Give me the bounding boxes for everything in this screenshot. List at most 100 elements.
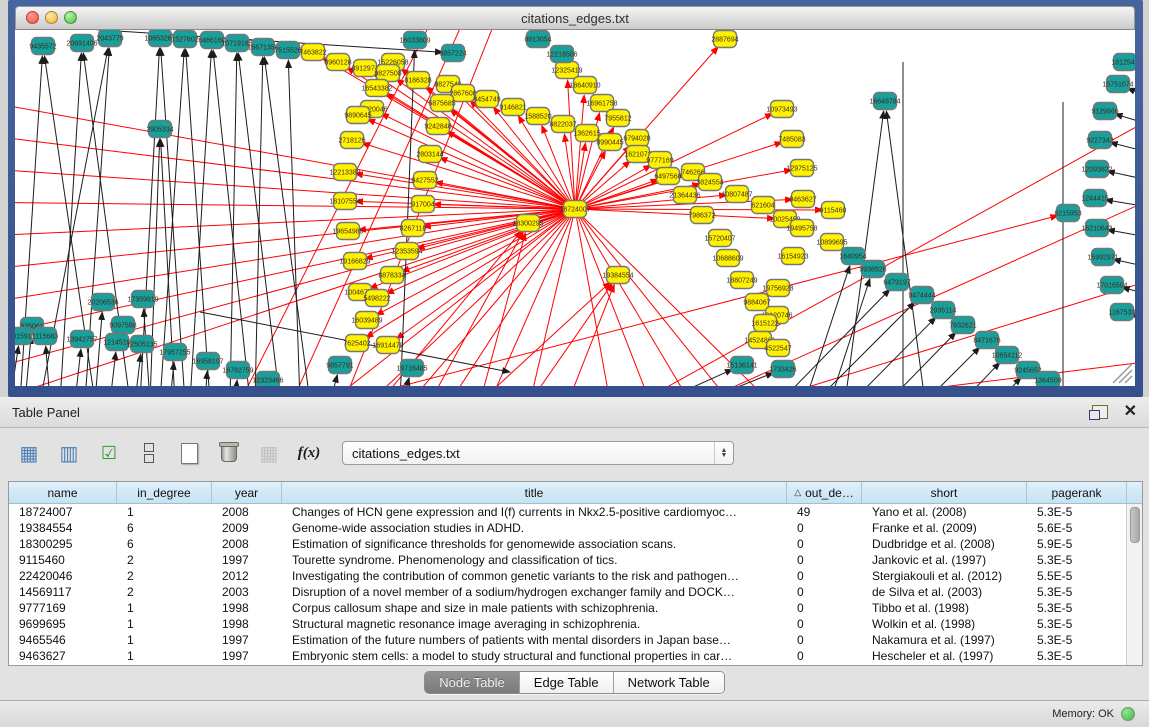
network-edge[interactable] [95,313,102,386]
network-node[interactable]: 16782759 [222,362,253,379]
tab-node-table[interactable]: Node Table [425,672,520,693]
network-node[interactable]: 19384554 [602,267,633,284]
network-node[interactable]: 3824554 [696,174,723,191]
column-visibility-icon[interactable]: ▥ [56,440,82,466]
network-node[interactable]: 1588520 [524,108,551,125]
network-edge[interactable] [925,348,979,386]
tab-network-table[interactable]: Network Table [614,672,724,693]
network-node[interactable]: 12505135 [126,336,157,353]
network-node[interactable]: 18107554 [329,193,360,210]
network-edge[interactable] [15,347,18,386]
network-node[interactable]: 16648784 [869,93,900,110]
network-node[interactable]: 1244415 [1081,190,1108,207]
network-edge[interactable] [575,209,774,218]
network-node[interactable]: 9463627 [789,191,816,208]
network-node[interactable]: 5875685 [428,95,455,112]
network-node[interactable]: 8427552 [411,172,438,189]
network-node[interactable]: 12353594 [391,243,422,260]
table-row[interactable]: 2242004622012Investigating the contribut… [9,568,1142,584]
network-node[interactable]: 9474444 [908,287,935,304]
network-node[interactable]: 1527602 [171,31,198,48]
network-node[interactable]: 9129966 [1091,103,1118,120]
network-node[interactable]: 12323466 [252,372,283,387]
network-node[interactable]: 19654985 [332,223,363,240]
network-edge[interactable] [1116,114,1135,124]
memory-status-indicator[interactable] [1121,707,1135,721]
canvas-resize-grip[interactable] [1113,364,1132,383]
close-panel-icon[interactable]: ✕ [1124,405,1137,419]
network-node[interactable]: 18724007 [559,201,590,218]
network-node[interactable]: 2887694 [711,31,738,48]
delete-table-icon[interactable] [216,440,242,466]
network-edge[interactable] [330,376,337,386]
network-node[interactable]: 6479197 [883,274,910,291]
network-node[interactable]: 6497568 [654,168,681,185]
network-edge[interactable] [255,58,263,386]
network-node[interactable]: 8186328 [404,72,431,89]
network-node[interactable]: 17016504 [1096,277,1127,294]
column-header-year[interactable]: year [212,482,282,503]
network-node[interactable]: 15992971 [1087,249,1118,266]
zoom-window-button[interactable] [64,11,77,24]
network-edge[interactable] [190,51,211,386]
network-node[interactable]: 8215953 [1054,205,1081,222]
network-edge[interactable] [186,50,210,386]
network-node[interactable]: 21364436 [669,187,700,204]
network-node[interactable]: 19716485 [396,360,427,377]
network-node[interactable]: 16958107 [192,353,223,370]
network-node[interactable]: 9938928 [859,261,886,278]
network-node[interactable]: 1812544 [1111,54,1135,71]
network-node[interactable]: 10654112 [992,347,1023,364]
network-node[interactable]: 7632621 [949,317,976,334]
table-row[interactable]: 1830029562008Estimation of significance … [9,536,1142,552]
network-node[interactable]: 8267110 [400,220,427,237]
network-node[interactable]: 9097588 [109,317,136,334]
network-edge[interactable] [805,266,850,386]
column-header-short[interactable]: short [862,482,1027,503]
network-node[interactable]: 10807487 [721,186,752,203]
network-edge[interactable] [886,112,925,386]
network-node[interactable]: 8878334 [378,267,405,284]
network-node[interactable]: 7625402 [343,335,370,352]
function-builder-icon[interactable]: f(x) [296,440,322,466]
network-node[interactable]: 7463822 [299,44,326,61]
network-edge[interactable] [575,209,650,386]
network-edge[interactable] [356,174,575,209]
network-node[interactable]: 917004 [411,196,434,213]
network-node[interactable]: 17359919 [127,291,158,308]
network-node[interactable]: 9435572 [29,38,56,55]
network-node[interactable]: 8471676 [973,332,1000,349]
network-node[interactable]: 9890645 [344,107,371,124]
network-node[interactable]: 2905334 [146,121,173,138]
network-node[interactable]: 2803144 [416,146,443,163]
network-node[interactable]: 1364509 [1034,372,1061,387]
network-node[interactable]: 16033809 [399,32,430,49]
network-window-titlebar[interactable]: citations_edges.txt [15,6,1135,30]
network-node[interactable]: 20206536 [87,294,118,311]
network-node[interactable]: 10688609 [712,250,743,267]
network-node[interactable]: 7515526 [274,42,301,59]
network-edge[interactable] [575,209,690,386]
network-node[interactable]: 8454749 [473,91,500,108]
network-node[interactable]: 8990445 [596,134,623,151]
table-row[interactable]: 1456911722003Disruption of a novel membe… [9,584,1142,600]
network-node[interactable]: 10973493 [766,101,797,118]
network-node[interactable]: 9777169 [646,152,673,169]
network-node[interactable]: 18300295 [512,215,543,232]
table-row[interactable]: 946362711997Embryonic stem cells: a mode… [9,648,1142,664]
table-settings-icon[interactable]: ▦ [16,440,42,466]
network-node[interactable]: 1115683 [32,328,58,345]
table-row[interactable]: 1872400712008Changes of HCN gene express… [9,504,1142,520]
network-node[interactable]: 8813054 [524,31,551,48]
network-node[interactable]: 621604 [751,197,774,214]
network-edge[interactable] [205,372,207,386]
network-edge[interactable] [660,370,732,386]
network-node[interactable]: 9857791 [326,357,353,374]
network-node[interactable]: 9242848 [424,118,451,135]
column-header-in_degree[interactable]: in_degree [117,482,212,503]
column-header-out_de[interactable]: △out_de… [787,482,862,503]
network-edge[interactable] [410,209,575,386]
network-node[interactable]: 1615122 [751,315,778,332]
network-node[interactable]: 2935114 [930,302,957,319]
network-node[interactable]: 2718126 [338,132,365,149]
